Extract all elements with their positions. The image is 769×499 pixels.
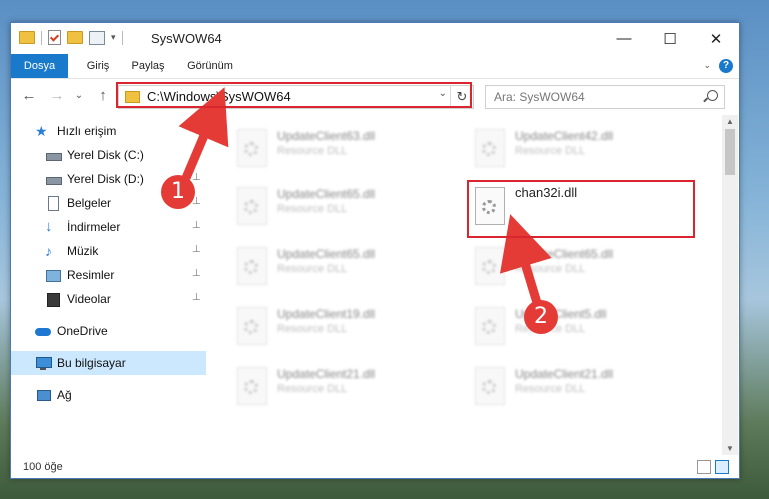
step-badge-1: 1 <box>161 175 195 209</box>
address-highlight <box>116 82 472 108</box>
arrow-step2 <box>499 214 552 308</box>
annotation-arrows <box>178 87 552 308</box>
arrow-step1 <box>178 87 229 180</box>
step-badge-2: 2 <box>524 300 558 334</box>
file-highlight <box>467 180 695 238</box>
